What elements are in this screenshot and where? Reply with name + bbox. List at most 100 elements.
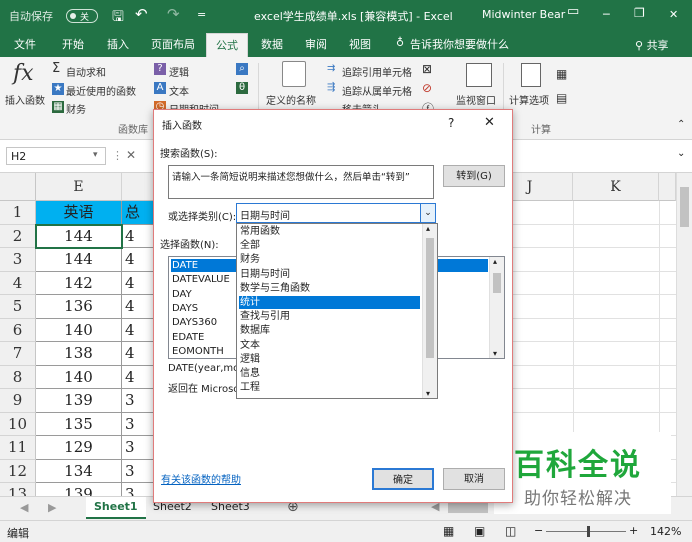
chevron-down-icon[interactable]: ▾ <box>93 150 98 160</box>
horizontal-scroll-thumb[interactable] <box>448 503 488 513</box>
recent-functions-button[interactable]: 最近使用的函数 <box>66 83 136 98</box>
expand-formula-icon[interactable]: ⌄ <box>677 148 685 159</box>
trace-precedents-button[interactable]: 追踪引用单元格 <box>342 64 412 79</box>
scroll-up-icon[interactable]: ▴ <box>426 224 430 233</box>
name-box[interactable]: H2 <box>6 147 106 165</box>
collapse-ribbon-icon[interactable]: ⌃ <box>677 119 685 130</box>
table-cell[interactable]: 3 <box>122 436 154 460</box>
row-header[interactable]: 2 <box>0 224 36 248</box>
logical-button[interactable]: 逻辑 <box>169 64 189 79</box>
category-option[interactable]: 统计 <box>239 296 420 309</box>
column-header-e[interactable]: E <box>36 173 122 201</box>
page-layout-view-icon[interactable]: ▣ <box>474 524 485 538</box>
table-cell[interactable]: 136 <box>36 295 122 319</box>
minimize-button[interactable]: ─ <box>603 8 610 21</box>
table-cell[interactable]: 140 <box>36 318 122 342</box>
category-option[interactable]: 查找与引用 <box>239 310 420 323</box>
tab-insert[interactable]: 插入 <box>107 36 129 52</box>
vertical-scrollbar[interactable] <box>676 173 692 496</box>
close-button[interactable]: ✕ <box>669 8 678 21</box>
column-title-cell[interactable]: 总 <box>122 201 154 225</box>
zoom-level[interactable]: 142% <box>650 525 681 538</box>
row-header[interactable]: 10 <box>0 412 36 436</box>
share-button[interactable]: ⚲ 共享 <box>634 36 670 54</box>
table-cell[interactable]: 140 <box>36 365 122 389</box>
table-cell[interactable]: 134 <box>36 459 122 483</box>
table-cell[interactable]: 144 <box>36 248 122 272</box>
undo-icon[interactable]: ↶ <box>135 5 148 23</box>
scroll-up-icon[interactable]: ▴ <box>493 257 497 266</box>
table-cell[interactable]: 142 <box>36 271 122 295</box>
redo-icon[interactable]: ↷ <box>167 5 180 23</box>
trace-dependents-button[interactable]: 追踪从属单元格 <box>342 83 412 98</box>
scroll-thumb[interactable] <box>426 238 434 358</box>
chevron-down-icon[interactable]: ⌄ <box>420 204 435 222</box>
table-cell[interactable]: 4 <box>122 248 154 272</box>
category-option[interactable]: 文本 <box>239 339 420 352</box>
column-header-blank[interactable] <box>659 173 676 201</box>
zoom-slider-thumb[interactable] <box>587 526 590 537</box>
row-header[interactable]: 4 <box>0 271 36 295</box>
sheet-tab-1[interactable]: Sheet1 <box>86 497 146 519</box>
table-cell[interactable]: 129 <box>36 436 122 460</box>
tab-page-layout[interactable]: 页面布局 <box>151 36 195 52</box>
dialog-help-button[interactable]: ? <box>448 116 454 130</box>
search-function-input[interactable]: 请输入一条简短说明来描述您想做什么，然后单击“转到” <box>168 165 434 199</box>
scroll-down-icon[interactable]: ▾ <box>493 349 497 358</box>
category-option[interactable]: 工程 <box>239 381 420 394</box>
error-check-icon[interactable]: ⊘ <box>422 81 432 95</box>
scroll-right-icon[interactable]: ▶ <box>48 501 56 514</box>
select-all-corner[interactable] <box>0 173 36 201</box>
tab-view[interactable]: 视图 <box>349 36 371 52</box>
table-cell[interactable]: 3 <box>122 389 154 413</box>
category-option[interactable]: 日期与时间 <box>239 268 420 281</box>
category-option[interactable]: 全部 <box>239 239 420 252</box>
row-header[interactable]: 6 <box>0 318 36 342</box>
scroll-thumb[interactable] <box>680 187 689 227</box>
category-option[interactable]: 数学与三角函数 <box>239 282 420 295</box>
calc-sheet-icon[interactable]: ▤ <box>556 91 567 105</box>
tab-review[interactable]: 审阅 <box>305 36 327 52</box>
row-header[interactable]: 1 <box>0 201 36 225</box>
go-button[interactable]: 转到(G) <box>443 165 505 187</box>
table-cell[interactable]: 139 <box>36 389 122 413</box>
normal-view-icon[interactable]: ▦ <box>443 524 454 538</box>
table-cell[interactable]: 4 <box>122 318 154 342</box>
show-formulas-icon[interactable]: ⊠ <box>422 62 432 76</box>
category-option[interactable]: 常用函数 <box>239 225 420 238</box>
lookup-icon[interactable]: ⌕ <box>236 63 248 75</box>
zoom-in-button[interactable]: + <box>629 524 638 537</box>
row-header[interactable]: 5 <box>0 295 36 319</box>
calc-now-icon[interactable]: ▦ <box>556 67 567 81</box>
row-header[interactable]: 7 <box>0 342 36 366</box>
tab-formulas[interactable]: 公式 <box>206 33 248 58</box>
row-header[interactable]: 12 <box>0 459 36 483</box>
autosum-button[interactable]: 自动求和 <box>66 64 106 79</box>
function-help-link[interactable]: 有关该函数的帮助 <box>161 471 241 486</box>
ribbon-display-icon[interactable]: ▭ <box>567 4 579 19</box>
save-icon[interactable]: 🖫 <box>112 6 124 30</box>
category-scrollbar[interactable]: ▴ ▾ <box>422 224 437 398</box>
tell-me-box[interactable]: 告诉我你想要做什么 <box>410 36 509 52</box>
page-break-view-icon[interactable]: ◫ <box>505 524 516 538</box>
cancel-formula-button[interactable]: ✕ <box>126 148 136 162</box>
row-header[interactable]: 3 <box>0 248 36 272</box>
table-cell[interactable]: 138 <box>36 342 122 366</box>
define-name-button[interactable]: 定义的名称 <box>266 92 316 107</box>
scroll-left-icon[interactable]: ◀ <box>20 501 28 514</box>
column-header-k[interactable]: K <box>573 173 659 201</box>
math-icon[interactable]: θ <box>236 82 248 94</box>
category-option[interactable]: 信息 <box>239 367 420 380</box>
text-button[interactable]: 文本 <box>169 83 189 98</box>
user-name[interactable]: Midwinter Bear <box>482 8 565 21</box>
category-dropdown[interactable]: 常用函数 全部 财务 日期与时间 数学与三角函数 统计 查找与引用 数据库 文本 逻辑 信息 工程 ▴… <box>236 223 438 399</box>
restore-button[interactable]: ❐ <box>634 6 645 20</box>
row-header[interactable]: 9 <box>0 389 36 413</box>
category-option[interactable]: 财务 <box>239 253 420 266</box>
row-header[interactable]: 11 <box>0 436 36 460</box>
table-cell[interactable]: 4 <box>122 224 154 248</box>
scroll-down-icon[interactable]: ▾ <box>426 389 430 398</box>
calc-options-button[interactable]: 计算选项 <box>509 92 549 107</box>
table-cell[interactable]: 135 <box>36 412 122 436</box>
zoom-slider[interactable] <box>546 531 626 532</box>
